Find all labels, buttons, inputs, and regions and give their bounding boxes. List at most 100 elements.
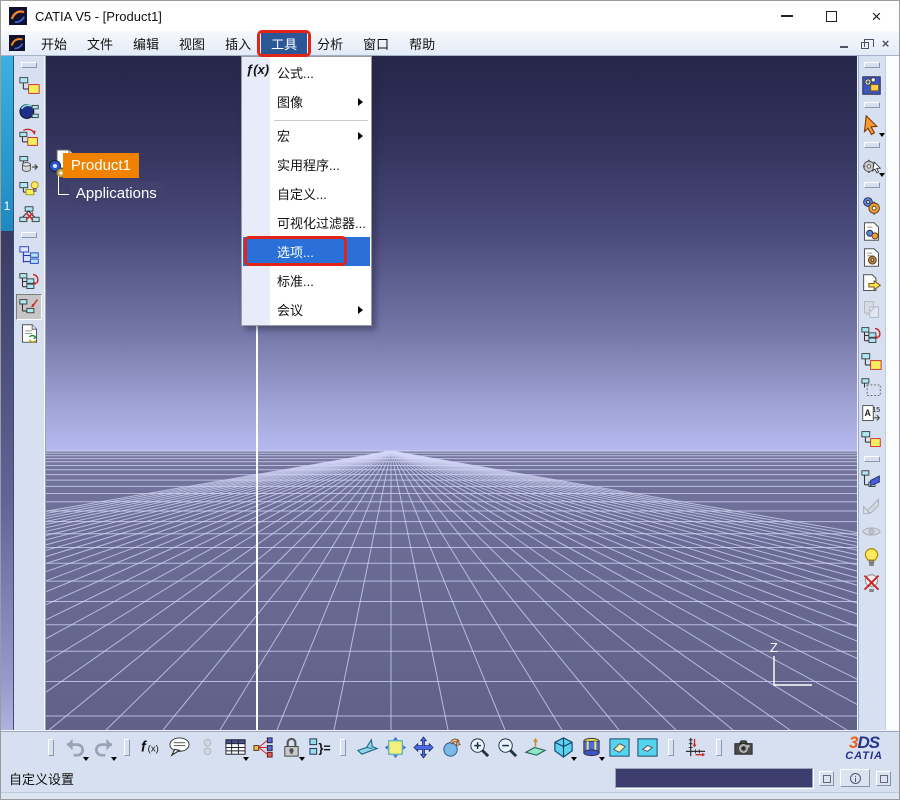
toolbar-drag-handle[interactable]	[124, 739, 130, 756]
iso-view-icon[interactable]	[549, 734, 577, 762]
toolbar-drag-handle[interactable]	[864, 102, 880, 108]
menu-window[interactable]: 窗口	[353, 33, 399, 54]
menu-tools[interactable]: 工具	[261, 33, 307, 54]
catia-window: CATIA V5 - [Product1] × 开始 文件 编辑 视图 插入 工…	[0, 0, 900, 800]
light-on-icon[interactable]	[859, 544, 885, 570]
info-button[interactable]	[840, 769, 870, 787]
smart-load-icon[interactable]	[16, 176, 42, 202]
doc-gears-icon[interactable]	[859, 218, 885, 244]
view-mode-quick-icon[interactable]	[633, 734, 661, 762]
toolbar-drag-handle[interactable]	[864, 456, 880, 462]
view-mode-full-icon[interactable]	[605, 734, 633, 762]
redo-icon[interactable]	[89, 734, 117, 762]
doc-gear-icon[interactable]	[859, 244, 885, 270]
child-minimize-button[interactable]	[835, 35, 852, 51]
catia-brand-logo: 3DSCATIA	[845, 734, 883, 762]
automation-icon[interactable]	[859, 152, 885, 178]
spec-tree-trunk-line[interactable]	[256, 314, 258, 730]
menu-item-formula[interactable]: ƒ(x) 公式...	[243, 58, 370, 87]
close-button[interactable]: ×	[854, 1, 899, 31]
menu-item-image[interactable]: 图像	[243, 87, 370, 116]
minimize-button[interactable]	[764, 1, 809, 31]
rulers-icon[interactable]	[859, 492, 885, 518]
toolbar-drag-handle[interactable]	[21, 232, 37, 238]
tree-node-applications[interactable]: Applications	[70, 182, 163, 205]
tree-expand-icon[interactable]	[859, 466, 885, 492]
selective-load-icon[interactable]	[16, 294, 42, 320]
zoom-in-icon[interactable]	[465, 734, 493, 762]
toolbar-drag-handle[interactable]	[716, 739, 722, 756]
light-off-icon[interactable]	[859, 570, 885, 596]
toolbar-drag-handle[interactable]	[340, 739, 346, 756]
tree-component-icon[interactable]	[859, 426, 885, 452]
stoplight-icon[interactable]	[193, 734, 221, 762]
menu-item-label: 图像	[277, 92, 303, 111]
power-input[interactable]	[615, 768, 813, 788]
knowledge-inspector-icon[interactable]	[165, 734, 193, 762]
measure-between-icon[interactable]	[681, 734, 709, 762]
menu-view[interactable]: 视图	[169, 33, 215, 54]
tools-dropdown-menu: ƒ(x) 公式... 图像 宏 实用程序... 自定义... 可视化过滤器...…	[241, 56, 372, 326]
menu-item-macro[interactable]: 宏	[243, 121, 370, 150]
workbench-product-structure-icon[interactable]	[859, 72, 885, 98]
tree-node-product1[interactable]: Product1	[63, 153, 139, 178]
status-expand-left-button[interactable]	[819, 771, 834, 786]
menu-item-customize[interactable]: 自定义...	[243, 179, 370, 208]
maximize-button[interactable]	[809, 1, 854, 31]
undo-icon[interactable]	[61, 734, 89, 762]
graph-view-icon[interactable]	[16, 242, 42, 268]
zoom-out-icon[interactable]	[493, 734, 521, 762]
pan-icon[interactable]	[409, 734, 437, 762]
tree-node-new-icon[interactable]	[859, 348, 885, 374]
paste-special-icon[interactable]	[859, 296, 885, 322]
doc-export-icon[interactable]	[859, 270, 885, 296]
menu-analyze[interactable]: 分析	[307, 33, 353, 54]
viewport-3d[interactable]: Product1 Applications Z	[46, 56, 857, 730]
lock-icon[interactable]	[277, 734, 305, 762]
menu-item-standards[interactable]: 标准...	[243, 266, 370, 295]
rules-check-icon[interactable]: }=	[305, 734, 333, 762]
open-catalog-icon[interactable]	[16, 98, 42, 124]
reorder-tree-icon[interactable]	[16, 268, 42, 294]
refresh-document-icon[interactable]	[16, 320, 42, 346]
fit-all-icon[interactable]	[381, 734, 409, 762]
viewport-sky	[46, 56, 857, 451]
menu-file[interactable]: 文件	[77, 33, 123, 54]
broken-links-icon[interactable]	[16, 202, 42, 228]
design-table-icon[interactable]	[221, 734, 249, 762]
fx-formula-icon[interactable]: f(x)	[137, 734, 165, 762]
menu-item-label: 会议	[277, 300, 303, 319]
toolbar-drag-handle[interactable]	[864, 142, 880, 148]
new-part-icon[interactable]	[16, 150, 42, 176]
tree-refresh-icon[interactable]	[859, 322, 885, 348]
toolbar-drag-handle[interactable]	[864, 62, 880, 68]
child-restore-button[interactable]	[856, 35, 873, 51]
insert-existing-component-icon[interactable]	[16, 124, 42, 150]
render-style-icon[interactable]	[577, 734, 605, 762]
menu-start[interactable]: 开始	[31, 33, 77, 54]
menu-edit[interactable]: 编辑	[123, 33, 169, 54]
knowledge-template-icon[interactable]	[249, 734, 277, 762]
toolbar-drag-handle[interactable]	[48, 739, 54, 756]
menu-item-options[interactable]: 选项...	[243, 237, 370, 266]
select-arrow-icon[interactable]	[859, 112, 885, 138]
status-expand-right-button[interactable]	[876, 771, 891, 786]
normal-view-icon[interactable]	[521, 734, 549, 762]
snapshot-icon[interactable]	[729, 734, 757, 762]
toolbar-drag-handle[interactable]	[21, 62, 37, 68]
menu-item-utility[interactable]: 实用程序...	[243, 150, 370, 179]
fly-mode-icon[interactable]	[353, 734, 381, 762]
child-close-button[interactable]: ×	[877, 35, 894, 51]
insert-new-component-icon[interactable]	[16, 72, 42, 98]
toolbar-drag-handle[interactable]	[668, 739, 674, 756]
toolbar-drag-handle[interactable]	[864, 182, 880, 188]
hide-show-eye-icon[interactable]	[859, 518, 885, 544]
rotate-icon[interactable]	[437, 734, 465, 762]
menu-item-visualization-filter[interactable]: 可视化过滤器...	[243, 208, 370, 237]
menu-insert[interactable]: 插入	[215, 33, 261, 54]
menu-item-conferencing[interactable]: 会议	[243, 295, 370, 324]
tree-select-icon[interactable]	[859, 374, 885, 400]
menu-help[interactable]: 帮助	[399, 33, 445, 54]
knowledge-gears-icon[interactable]	[859, 192, 885, 218]
annotation-numbering-icon[interactable]: A15	[859, 400, 885, 426]
